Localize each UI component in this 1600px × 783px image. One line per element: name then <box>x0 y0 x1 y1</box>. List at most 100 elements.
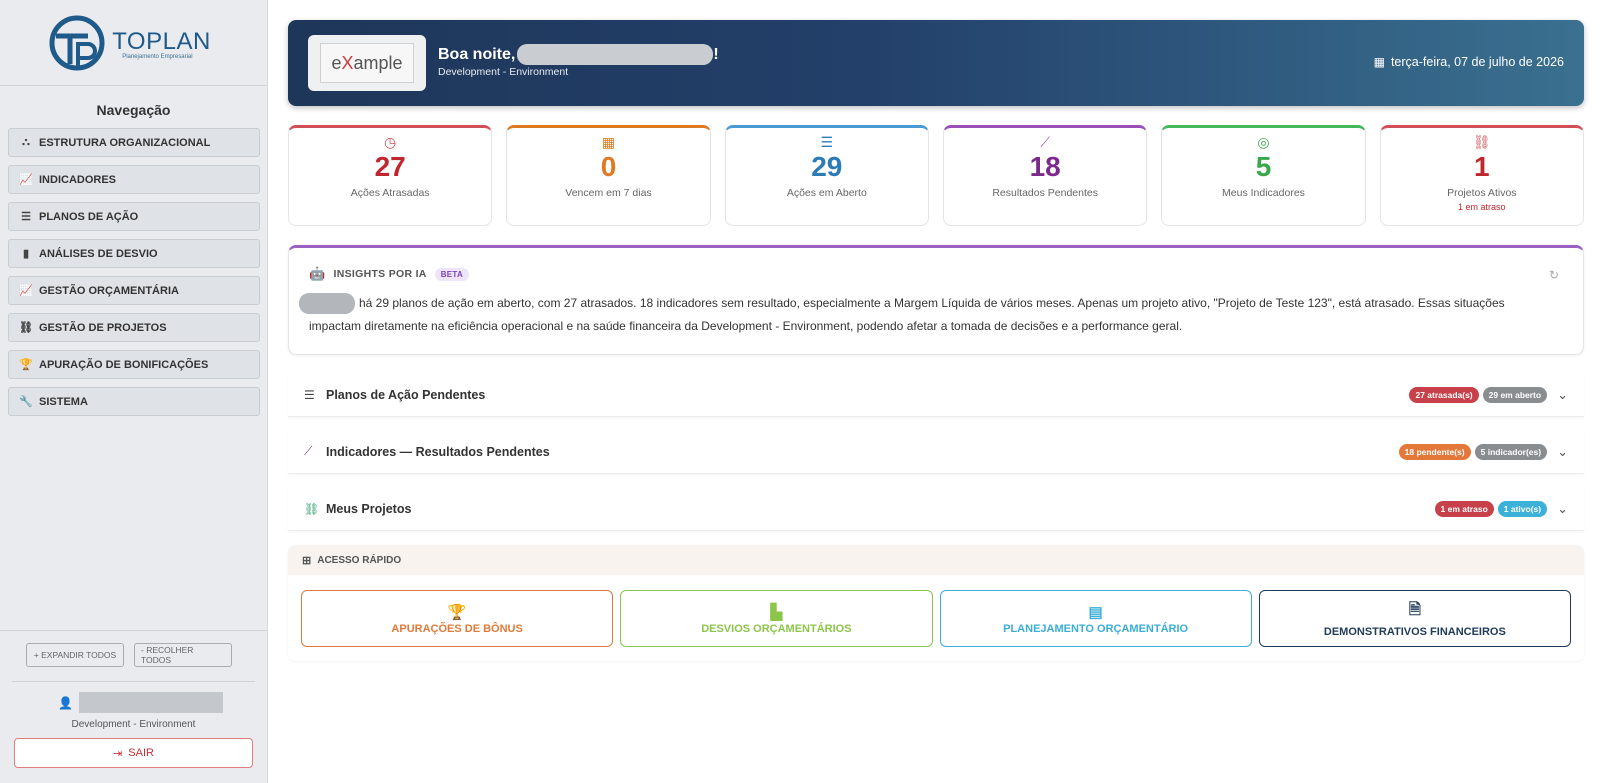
wrench-icon: 🔧 <box>19 396 33 408</box>
clipboard-icon: ▮ <box>22 248 30 260</box>
stat-value: 5 <box>1255 151 1272 182</box>
quick-access: ⊞ ACESSO RÁPIDO 🏆 APURAÇÕES DE BÔNUS ▙ D… <box>288 545 1584 661</box>
sidebar: TOPLAN Planejamento Empresarial Navegaçã… <box>0 0 268 783</box>
sidebar-item-analises-de-desvio[interactable]: ▮ ANÁLISES DE DESVIO <box>8 239 260 268</box>
quick-desvios-orcamentarios-button[interactable]: ▙ DESVIOS ORÇAMENTÁRIOS <box>620 590 933 647</box>
sidebar-item-label: ANÁLISES DE DESVIO <box>39 247 158 260</box>
ai-insights-title: INSIGHTS POR IA <box>333 268 427 280</box>
stat-label: Ações Atrasadas <box>350 187 430 199</box>
trophy-icon: 🏆 <box>447 603 467 621</box>
sidebar-item-sistema[interactable]: 🔧 SISTEMA <box>8 387 260 416</box>
accordion-meus-projetos[interactable]: ⛓ Meus Projetos 1 em atraso 1 ativo(s) ⌄ <box>288 487 1584 531</box>
accordion-title: Indicadores — Resultados Pendentes <box>326 444 550 459</box>
calendar-icon: ▦ <box>1373 55 1385 69</box>
quick-button-label: DEMONSTRATIVOS FINANCEIROS <box>1323 626 1506 638</box>
ai-insights-body: há 29 planos de ação em aberto, com 27 a… <box>309 296 1505 333</box>
calendar-icon: ▦ <box>601 134 616 150</box>
beta-badge: BETA <box>434 267 470 281</box>
stat-card-resultados-pendentes[interactable]: ⟋ 18 Resultados Pendentes <box>942 125 1148 226</box>
brand-logo[interactable]: TOPLAN Planejamento Empresarial <box>0 0 267 86</box>
project-diagram-icon: ⛓ <box>19 322 33 334</box>
sidebar-item-gestao-orcamentaria[interactable]: 📈 GESTÃO ORÇAMENTÁRIA <box>8 276 260 305</box>
greeting-text: Boa noite, <box>438 45 516 63</box>
quick-access-header: ⊞ ACESSO RÁPIDO <box>288 545 1584 575</box>
brand-name: TOPLAN <box>112 27 211 55</box>
sidebar-item-apuracao-de-bonificacoes[interactable]: 🏆 APURAÇÃO DE BONIFICAÇÕES <box>8 350 260 379</box>
status-badge: 1 ativo(s) <box>1497 500 1548 517</box>
stat-value: 0 <box>600 151 617 182</box>
quick-demonstrativos-financeiros-button[interactable]: 🗎 DEMONSTRATIVOS FINANCEIROS <box>1258 590 1571 647</box>
stats-row: ◷ 27 Ações Atrasadas ▦ 0 Vencem em 7 dia… <box>288 125 1584 226</box>
expand-all-button[interactable]: + EXPANDIR TODOS <box>26 643 124 667</box>
status-badge: 29 em aberto <box>1482 386 1548 403</box>
quick-button-label: PLANEJAMENTO ORÇAMENTÁRIO <box>1003 622 1189 635</box>
status-badge: 5 indicador(es) <box>1474 443 1548 460</box>
ai-insights-card: 🤖 INSIGHTS POR IA BETA ↻ há 29 planos de… <box>288 245 1584 355</box>
chevron-down-icon[interactable]: ⌄ <box>1557 387 1568 403</box>
list-check-icon: ☰ <box>21 211 31 223</box>
chevron-down-icon[interactable]: ⌄ <box>1557 444 1568 460</box>
toplan-logo-icon <box>49 15 105 70</box>
user-name-redacted <box>517 44 714 65</box>
robot-icon: 🤖 <box>309 266 326 281</box>
stat-card-acoes-em-aberto[interactable]: ☰ 29 Ações em Aberto <box>724 125 929 226</box>
refresh-icon[interactable]: ↻ <box>1549 268 1559 282</box>
project-diagram-icon: ⛓ <box>1472 134 1491 150</box>
accordion-title: Meus Projetos <box>326 501 412 516</box>
welcome-header: e Xample Boa noite, ! Development - Envir… <box>288 20 1584 106</box>
stat-card-acoes-atrasadas[interactable]: ◷ 27 Ações Atrasadas <box>288 125 493 226</box>
collapse-all-button[interactable]: - RECOLHER TODOS <box>134 643 232 667</box>
stat-label: Projetos Ativos <box>1447 187 1517 199</box>
user-environment: Development - Environment <box>71 719 196 730</box>
list-check-icon: ☰ <box>820 134 834 150</box>
stat-card-projetos-ativos[interactable]: ⛓ 1 Projetos Ativos 1 em atraso <box>1379 125 1584 226</box>
sign-out-icon: ⇥ <box>113 747 123 760</box>
file-invoice-dollar-icon: 🗎 <box>1408 601 1421 618</box>
company-logo-text-x: X <box>341 52 354 73</box>
stat-value: 29 <box>811 151 843 182</box>
chart-line-icon: 📈 <box>19 285 33 297</box>
brand-tagline: Planejamento Empresarial <box>122 53 193 60</box>
chart-line-icon: ⟋ <box>304 444 313 458</box>
company-logo-text-post: ample <box>353 52 403 73</box>
status-badge: 1 em atraso <box>1434 500 1494 517</box>
quick-button-label: DESVIOS ORÇAMENTÁRIOS <box>701 622 852 635</box>
user-name-redacted <box>78 692 223 713</box>
calculator-icon: ▤ <box>1088 603 1103 621</box>
sidebar-item-label: PLANOS DE AÇÃO <box>39 210 139 223</box>
sidebar-item-planos-de-acao[interactable]: ☰ PLANOS DE AÇÃO <box>8 202 260 231</box>
user-icon: 👤 <box>58 695 73 710</box>
stat-label: Resultados Pendentes <box>992 187 1098 199</box>
accordion-planos-de-acao-pendentes[interactable]: ☰ Planos de Ação Pendentes 27 atrasada(s… <box>288 373 1584 417</box>
stat-value: 18 <box>1029 151 1061 182</box>
greeting-end: ! <box>713 45 719 63</box>
sidebar-item-gestao-de-projetos[interactable]: ⛓ GESTÃO DE PROJETOS <box>8 313 260 342</box>
logout-button[interactable]: ⇥ SAIR <box>14 738 253 768</box>
stat-card-vencem-7-dias[interactable]: ▦ 0 Vencem em 7 dias <box>506 125 711 226</box>
list-check-icon: ☰ <box>304 387 315 402</box>
target-icon: ◎ <box>1257 134 1270 150</box>
ai-insights-text: há 29 planos de ação em aberto, com 27 a… <box>299 292 1523 338</box>
chevron-down-icon[interactable]: ⌄ <box>1557 501 1568 517</box>
quick-apuracoes-bonus-button[interactable]: 🏆 APURAÇÕES DE BÔNUS <box>301 590 614 647</box>
company-logo: e Xample <box>308 35 426 91</box>
accordion-indicadores-resultados-pendentes[interactable]: ⟋ Indicadores — Resultados Pendentes 18 … <box>288 430 1584 474</box>
sidebar-item-estrutura-organizacional[interactable]: ⛬ ESTRUTURA ORGANIZACIONAL <box>8 128 260 157</box>
quick-access-title: ACESSO RÁPIDO <box>317 554 402 566</box>
sidebar-item-label: ESTRUTURA ORGANIZACIONAL <box>39 136 211 149</box>
stat-card-meus-indicadores[interactable]: ◎ 5 Meus Indicadores <box>1161 125 1366 226</box>
logout-label: SAIR <box>128 747 154 759</box>
stat-label: Meus Indicadores <box>1222 187 1305 199</box>
sidebar-item-indicadores[interactable]: 📈 INDICADORES <box>8 165 260 194</box>
environment-label: Development - Environment <box>438 66 569 78</box>
redacted-text <box>299 293 355 315</box>
quick-planejamento-orcamentario-button[interactable]: ▤ PLANEJAMENTO ORÇAMENTÁRIO <box>939 590 1252 647</box>
stat-value: 27 <box>374 151 406 182</box>
stat-sublabel: 1 em atraso <box>1458 202 1506 212</box>
sidebar-item-label: APURAÇÃO DE BONIFICAÇÕES <box>39 358 209 371</box>
status-badge: 18 pendente(s) <box>1398 443 1471 460</box>
company-logo-text-pre: e <box>331 52 342 73</box>
chart-line-icon: ⟋ <box>1040 134 1051 150</box>
greeting: Boa noite, ! <box>438 44 719 65</box>
ai-insights-header: 🤖 INSIGHTS POR IA BETA <box>309 266 470 282</box>
